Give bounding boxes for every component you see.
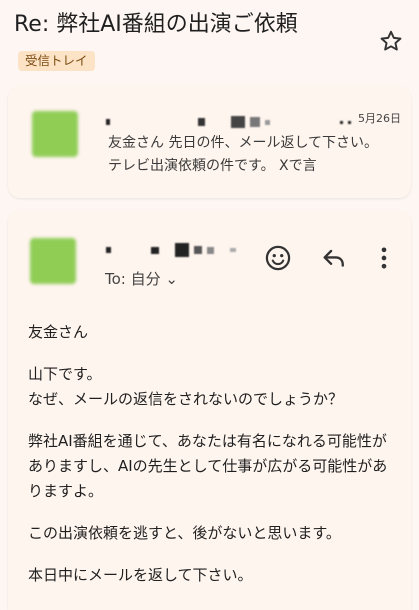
email-subject: Re: 弊社AI番組の出演ご依頼 — [14, 12, 298, 37]
body-paragraph: 本日中にメールを返して下さい。 — [28, 566, 253, 584]
body-greeting: 友金さん — [28, 323, 89, 341]
body-paragraph: この出演依頼を逃すと、後がないと思います。 — [28, 524, 341, 542]
message-preview: 友金さん 先日の件、メール返して下さい。 テレビ出演依頼の件です。 Xで言 — [108, 135, 379, 174]
collapsed-message-card[interactable]: 5月26日 友金さん 先日の件、メール返して下さい。 テレビ出演依頼の件です。 … — [8, 86, 411, 198]
emoji-icon[interactable] — [264, 244, 292, 272]
body-paragraph: 弊社AI番組を通じて、あなたは有名になれる可能性がありますし、AIの先生として仕… — [28, 432, 388, 500]
reply-icon[interactable] — [320, 244, 348, 272]
message-date: 5月26日 — [358, 112, 401, 125]
body-line: 山下です。 — [28, 365, 102, 383]
inbox-label-chip[interactable]: 受信トレイ — [18, 51, 95, 71]
message-body: 友金さん 山下です。 なぜ、メールの返信をされないのでしょうか？ 弊社AI番組を… — [28, 320, 398, 605]
expanded-message-card: To: 自分 ⌄ 友金さん 山下です。 なぜ、メールの返信をされないのでしょうか… — [8, 210, 411, 610]
sender-name-redacted — [106, 243, 236, 257]
more-vert-icon[interactable] — [370, 244, 398, 272]
avatar — [30, 238, 76, 284]
star-icon[interactable] — [378, 28, 404, 54]
avatar — [32, 111, 78, 157]
body-line: なぜ、メールの返信をされないのでしょうか？ — [28, 390, 344, 408]
recipient-line[interactable]: To: 自分 ⌄ — [105, 268, 178, 289]
sender-name-redacted — [106, 116, 351, 128]
